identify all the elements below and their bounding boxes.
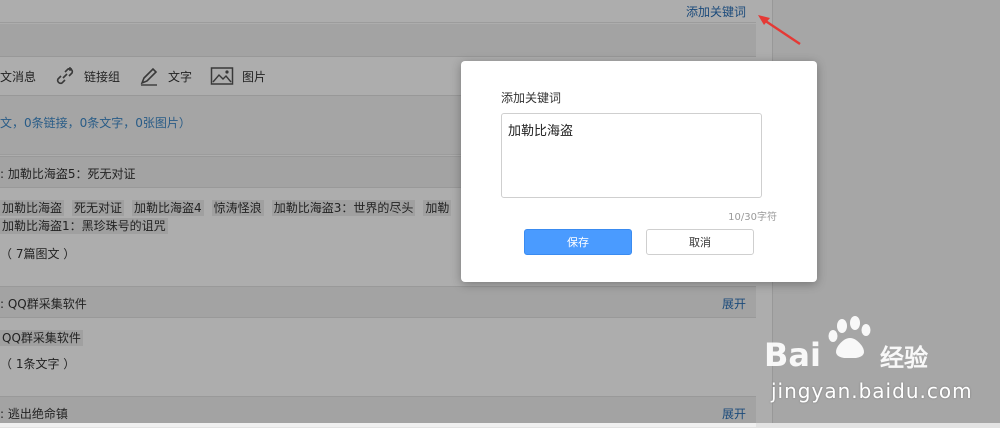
add-keyword-dialog: 添加关键词 加勒比海盗 10/30字符 保存 取消 bbox=[461, 61, 817, 282]
baidu-jingyan-watermark: Bai 经验 jingyan.baidu.com bbox=[762, 316, 992, 416]
keyword-textarea[interactable]: 加勒比海盗 bbox=[501, 113, 762, 198]
cancel-button[interactable]: 取消 bbox=[646, 229, 754, 255]
save-button[interactable]: 保存 bbox=[524, 229, 632, 255]
char-counter: 10/30字符 bbox=[728, 212, 777, 223]
dialog-title: 添加关键词 bbox=[501, 91, 562, 105]
red-arrow-annotation bbox=[758, 15, 801, 45]
watermark-url: jingyan.baidu.com bbox=[771, 379, 973, 403]
svg-text:Bai: Bai bbox=[764, 336, 821, 374]
svg-text:经验: 经验 bbox=[880, 344, 928, 372]
baidu-logo-icon: Bai 经验 bbox=[764, 316, 928, 374]
